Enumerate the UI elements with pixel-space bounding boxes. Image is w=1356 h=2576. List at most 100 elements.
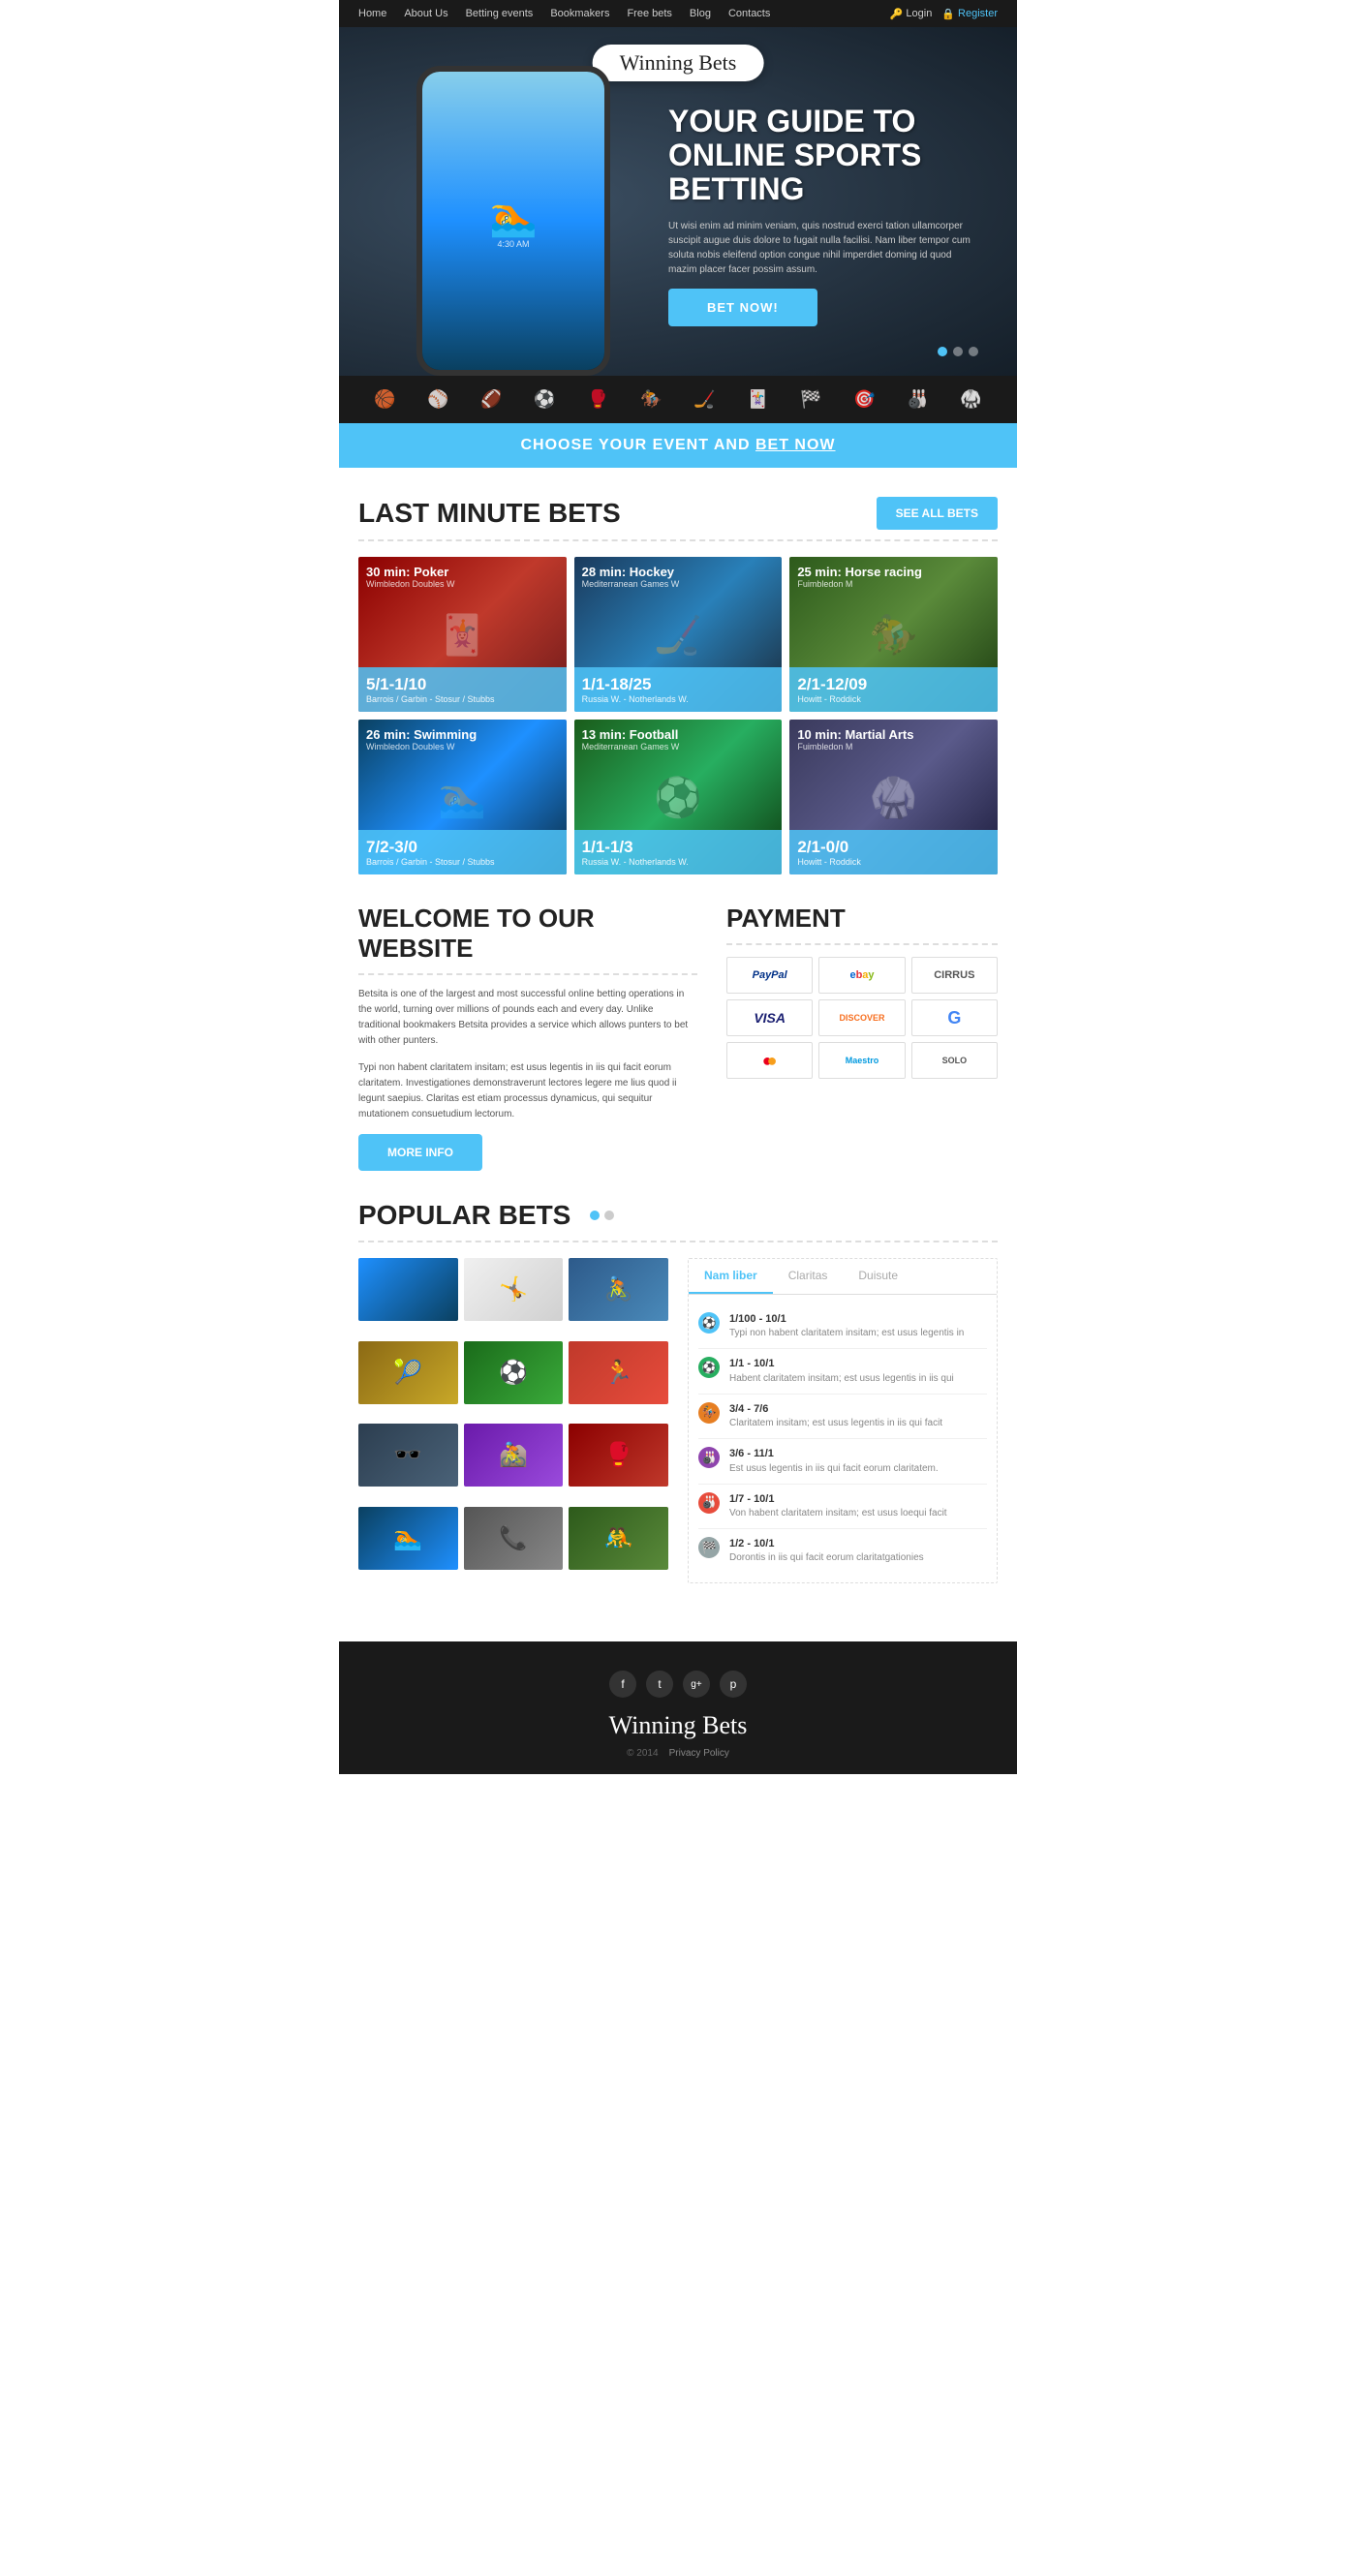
popular-image-6[interactable]: 🏃 <box>569 1341 668 1404</box>
list-content-2: 1/1 - 10/1 Habent claritatem insitam; es… <box>729 1357 954 1385</box>
social-facebook-icon[interactable]: f <box>609 1671 636 1698</box>
bet-card-swimming[interactable]: 🏊 26 min: Swimming Wimbledon Doubles W 7… <box>358 720 567 874</box>
nav-blog[interactable]: Blog <box>690 8 711 19</box>
payment-solo: SOLO <box>911 1042 998 1079</box>
last-minute-title: LAST MINUTE BETS <box>358 498 621 529</box>
nav-home[interactable]: Home <box>358 8 386 19</box>
sport-hockey-icon[interactable]: 🏒 <box>693 389 715 410</box>
popular-image-3[interactable]: 🚴 <box>569 1258 668 1321</box>
popular-image-9[interactable]: 🥊 <box>569 1424 668 1487</box>
footer: f t g+ p Winning Bets © 2014 Privacy Pol… <box>339 1641 1017 1774</box>
sport-baseball-icon[interactable]: ⚾ <box>427 389 448 410</box>
bet-card-info-martial: 10 min: Martial Arts Fuimbledon M <box>789 720 998 759</box>
nav-bookmakers[interactable]: Bookmakers <box>550 8 609 19</box>
popular-image-1[interactable] <box>358 1258 458 1321</box>
popular-images-grid: 🤸 🚴 🎾 ⚽ 🏃 🕶️ 🚵 🥊 🏊 📞 🤼 <box>358 1258 668 1583</box>
hero-cta-button[interactable]: BET NOW! <box>668 289 817 326</box>
popular-image-12[interactable]: 🤼 <box>569 1507 668 1570</box>
footer-copyright: © 2014 Privacy Policy <box>358 1748 998 1759</box>
social-pinterest-icon[interactable]: p <box>720 1671 747 1698</box>
bet-odds-martial: 2/1-0/0 Howitt - Roddick <box>789 830 998 874</box>
bet-card-horse[interactable]: 🏇 25 min: Horse racing Fuimbledon M 2/1-… <box>789 557 998 712</box>
bet-card-hockey[interactable]: 🏒 28 min: Hockey Mediterranean Games W 1… <box>574 557 783 712</box>
phone-screen: 🏊 4:30 AM <box>422 72 604 370</box>
list-icon-5: 🎳 <box>698 1492 720 1514</box>
tab-duisute[interactable]: Duisute <box>843 1259 913 1294</box>
welcome-title: WELCOME TO OUR WEBSITE <box>358 904 697 975</box>
popular-dot-2[interactable] <box>604 1211 614 1220</box>
sport-soccer-icon[interactable]: ⚽ <box>534 389 555 410</box>
list-icon-6: 🏁 <box>698 1537 720 1558</box>
tab-claritas[interactable]: Claritas <box>773 1259 844 1294</box>
navbar: Home About Us Betting events Bookmakers … <box>339 0 1017 27</box>
popular-image-5[interactable]: ⚽ <box>464 1341 564 1404</box>
nav-about[interactable]: About Us <box>404 8 447 19</box>
nav-betting[interactable]: Betting events <box>466 8 534 19</box>
sport-horse-icon[interactable]: 🏇 <box>640 389 662 410</box>
bet-card-info-football: 13 min: Football Mediterranean Games W <box>574 720 783 759</box>
privacy-policy-link[interactable]: Privacy Policy <box>669 1748 729 1759</box>
list-icon-3: 🏇 <box>698 1402 720 1424</box>
more-info-button[interactable]: MORE INFO <box>358 1134 482 1171</box>
popular-dot-1[interactable] <box>590 1211 600 1220</box>
payment-cirrus: CIRRUS <box>911 957 998 994</box>
popular-image-4[interactable]: 🎾 <box>358 1341 458 1404</box>
dot-3[interactable] <box>969 347 978 356</box>
popular-layout: 🤸 🚴 🎾 ⚽ 🏃 🕶️ 🚵 🥊 🏊 📞 🤼 Nam liber Clarita… <box>358 1258 998 1583</box>
sport-darts-icon[interactable]: 🎯 <box>853 389 875 410</box>
popular-image-10[interactable]: 🏊 <box>358 1507 458 1570</box>
sport-bowling-icon[interactable]: 🎳 <box>907 389 928 410</box>
sport-cards-icon[interactable]: 🃏 <box>747 389 768 410</box>
popular-image-7[interactable]: 🕶️ <box>358 1424 458 1487</box>
footer-social: f t g+ p <box>358 1671 998 1698</box>
list-odds-4: 3/6 - 11/1 <box>729 1447 939 1461</box>
tab-nam-liber[interactable]: Nam liber <box>689 1259 773 1294</box>
list-text-1: Typi non habent claritatem insitam; est … <box>729 1327 964 1340</box>
bet-odds-swimming: 7/2-3/0 Barrois / Garbin - Stosur / Stub… <box>358 830 567 874</box>
sport-boxing-icon[interactable]: 🥊 <box>587 389 608 410</box>
popular-image-2[interactable]: 🤸 <box>464 1258 564 1321</box>
popular-header: POPULAR BETS <box>358 1200 998 1242</box>
list-odds-1: 1/100 - 10/1 <box>729 1312 964 1327</box>
payment-maestro: Maestro <box>818 1042 905 1079</box>
login-link[interactable]: 🔑 Login <box>890 8 933 20</box>
popular-image-8[interactable]: 🚵 <box>464 1424 564 1487</box>
sport-martial-icon[interactable]: 🥋 <box>960 389 981 410</box>
list-content-3: 3/4 - 7/6 Claritatem insitam; est usus l… <box>729 1402 942 1430</box>
bet-card-poker[interactable]: 🃏 30 min: Poker Wimbledon Doubles W 5/1-… <box>358 557 567 712</box>
bet-card-football[interactable]: ⚽ 13 min: Football Mediterranean Games W… <box>574 720 783 874</box>
welcome-payment-section: WELCOME TO OUR WEBSITE Betsita is one of… <box>358 904 998 1171</box>
padlock-icon: 🔒 <box>941 8 955 20</box>
nav-auth: 🔑 Login 🔒 Register <box>890 8 998 20</box>
sport-football-icon[interactable]: 🏈 <box>480 389 502 410</box>
bet-card-martial[interactable]: 🥋 10 min: Martial Arts Fuimbledon M 2/1-… <box>789 720 998 874</box>
dot-1[interactable] <box>938 347 947 356</box>
sport-racing-icon[interactable]: 🏁 <box>800 389 821 410</box>
social-twitter-icon[interactable]: t <box>646 1671 673 1698</box>
popular-tabs: Nam liber Claritas Duisute <box>689 1259 997 1295</box>
list-text-3: Claritatem insitam; est usus legentis in… <box>729 1417 942 1430</box>
hero-content: YOUR GUIDE TO ONLINE SPORTS BETTING Ut w… <box>668 105 978 326</box>
dot-2[interactable] <box>953 347 963 356</box>
sport-basketball-icon[interactable]: 🏀 <box>374 389 395 410</box>
payment-ebay: ebay <box>818 957 905 994</box>
register-link[interactable]: 🔒 Register <box>941 8 998 20</box>
payment-visa: VISA <box>726 999 813 1036</box>
nav-contacts[interactable]: Contacts <box>728 8 770 19</box>
popular-list: ⚽ 1/100 - 10/1 Typi non habent claritate… <box>689 1295 997 1582</box>
bet-banner-link[interactable]: BET NOW <box>755 437 836 453</box>
bet-banner: CHOOSE YOUR EVENT AND BET NOW <box>339 423 1017 468</box>
list-odds-2: 1/1 - 10/1 <box>729 1357 954 1371</box>
bet-odds-football: 1/1-1/3 Russia W. - Notherlands W. <box>574 830 783 874</box>
list-content-5: 1/7 - 10/1 Von habent claritatem insitam… <box>729 1492 947 1520</box>
list-text-2: Habent claritatem insitam; est usus lege… <box>729 1372 954 1386</box>
nav-freebets[interactable]: Free bets <box>627 8 671 19</box>
hero-title: YOUR GUIDE TO ONLINE SPORTS BETTING <box>668 105 978 207</box>
see-all-bets-button[interactable]: SEE ALL BETS <box>877 497 998 530</box>
popular-image-11[interactable]: 📞 <box>464 1507 564 1570</box>
welcome-text-2: Typi non habent claritatem insitam; est … <box>358 1060 697 1122</box>
social-googleplus-icon[interactable]: g+ <box>683 1671 710 1698</box>
list-odds-5: 1/7 - 10/1 <box>729 1492 947 1507</box>
list-content-4: 3/6 - 11/1 Est usus legentis in iis qui … <box>729 1447 939 1475</box>
last-minute-section: LAST MINUTE BETS SEE ALL BETS 🃏 30 min: … <box>358 497 998 874</box>
